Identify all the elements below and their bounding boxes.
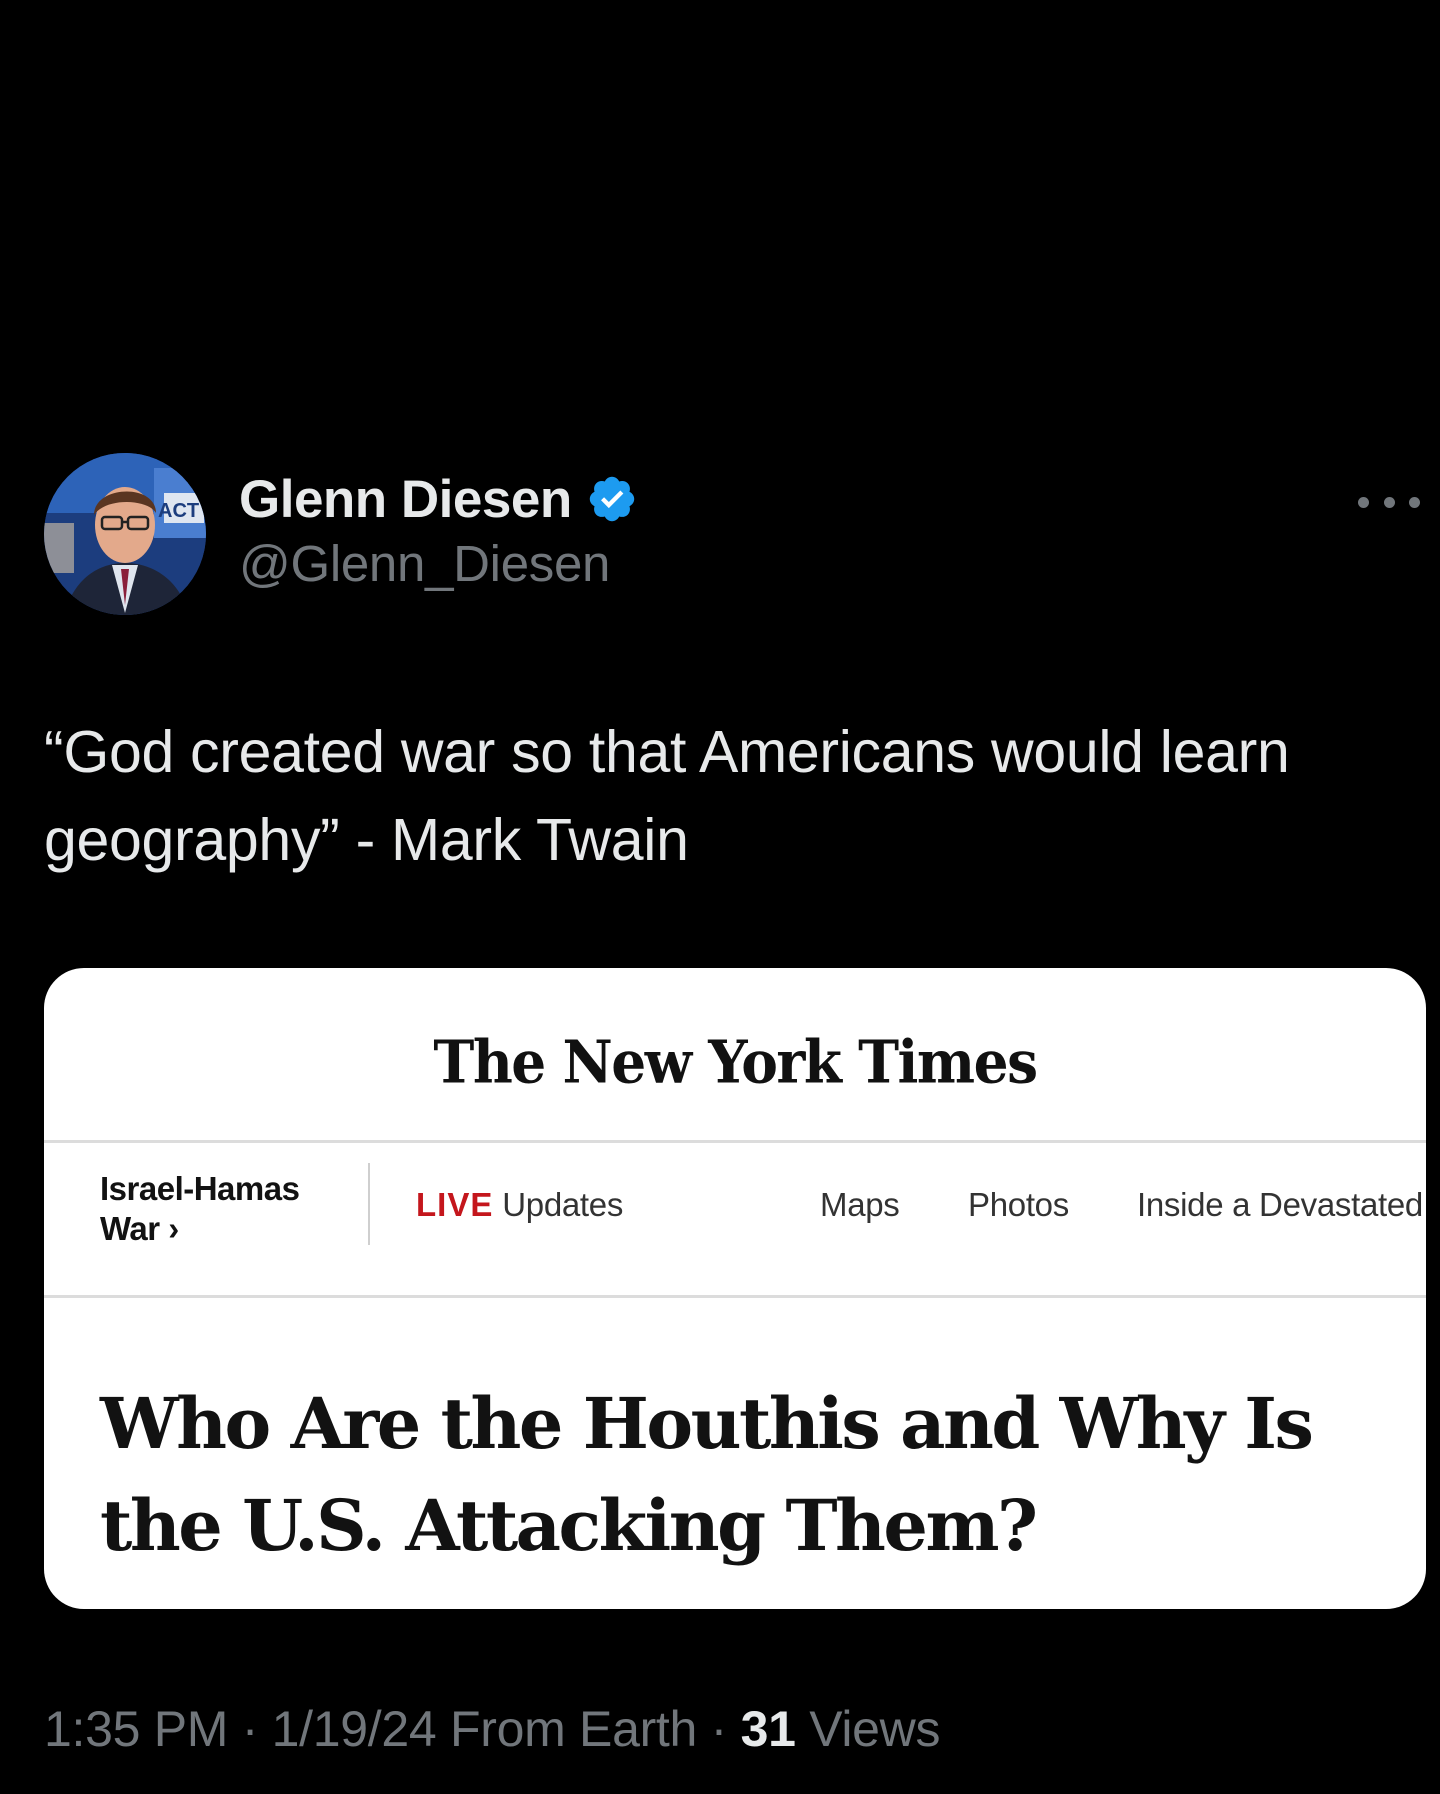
- article-headline: Who Are the Houthis and Why Is the U.S. …: [100, 1382, 1314, 1567]
- nyt-nav-bar: Israel-Hamas War › LIVE Updates Maps Pho…: [44, 1143, 1426, 1263]
- views-label[interactable]: Views: [809, 1701, 940, 1757]
- avatar[interactable]: ACT: [44, 453, 206, 615]
- more-dot: [1358, 496, 1369, 508]
- tweet: ACT Glenn Diesen @Glenn_Diesen “God crea…: [0, 0, 1440, 1794]
- handle[interactable]: @Glenn_Diesen: [239, 534, 638, 593]
- more-dot: [1409, 496, 1420, 508]
- tweet-source: From Earth: [449, 1701, 698, 1757]
- nyt-logo: The New York Times: [433, 1025, 1038, 1097]
- live-tag: LIVE: [416, 1186, 494, 1223]
- author-info[interactable]: Glenn Diesen @Glenn_Diesen: [239, 466, 638, 593]
- display-name-row: Glenn Diesen: [239, 466, 638, 532]
- updates-label: Updates: [502, 1186, 624, 1223]
- avatar-photo: ACT: [44, 453, 206, 615]
- tweet-text: “God created war so that Americans would…: [44, 719, 1290, 873]
- media-card[interactable]: The New York Times Israel-Hamas War › LI…: [44, 968, 1426, 1609]
- nav-maps: Maps: [820, 1186, 900, 1223]
- views-count[interactable]: 31: [741, 1701, 796, 1757]
- section-label: Israel-Hamas War ›: [100, 1170, 300, 1247]
- tweet-date[interactable]: 1/19/24: [272, 1701, 437, 1757]
- more-dot: [1383, 496, 1395, 508]
- display-name[interactable]: Glenn Diesen: [239, 469, 572, 530]
- nyt-masthead: The New York Times: [44, 968, 1426, 1140]
- avatar-badge-text: ACT: [158, 500, 199, 522]
- divider: [44, 1295, 1426, 1298]
- more-options-icon[interactable]: [1358, 490, 1420, 514]
- tweet-meta: 1:35 PM · 1/19/24 From Earth · 31 Views: [44, 1700, 940, 1758]
- nav-photos: Photos: [968, 1186, 1069, 1223]
- meta-separator: ·: [697, 1701, 741, 1757]
- tweet-time[interactable]: 1:35 PM: [44, 1701, 228, 1757]
- nav-inside: Inside a Devastated: [1137, 1186, 1423, 1223]
- nav-divider: [368, 1163, 370, 1245]
- verified-badge-icon[interactable]: [586, 473, 638, 525]
- nav-live-updates: LIVE Updates: [416, 1185, 623, 1225]
- meta-separator: ·: [228, 1701, 272, 1757]
